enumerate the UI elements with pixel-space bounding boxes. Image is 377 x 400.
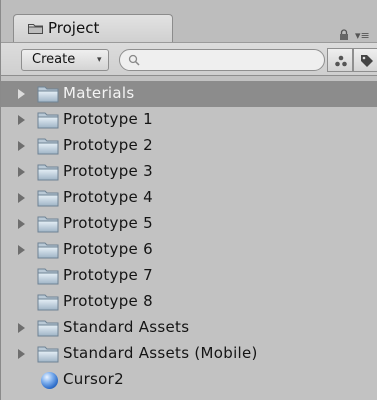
list-item[interactable]: Prototype 4 [1, 185, 377, 211]
list-item[interactable]: Prototype 5 [1, 211, 377, 237]
create-button[interactable]: Create ▾ [21, 49, 109, 71]
folder-icon [37, 86, 59, 103]
search-icon [128, 54, 140, 66]
list-item[interactable]: Standard Assets [1, 315, 377, 341]
list-item[interactable]: Prototype 2 [1, 133, 377, 159]
list-item[interactable]: Standard Assets (Mobile) [1, 341, 377, 367]
expand-arrow-icon[interactable] [18, 323, 25, 333]
list-item-label: Prototype 2 [63, 136, 153, 154]
search-input[interactable] [142, 52, 312, 68]
folder-icon [28, 24, 43, 34]
folder-icon [37, 216, 59, 233]
expand-arrow-icon[interactable] [18, 89, 25, 99]
lock-icon[interactable] [339, 29, 349, 40]
list-item[interactable]: Prototype 6 [1, 237, 377, 263]
folder-icon [37, 190, 59, 207]
search-field[interactable] [119, 49, 325, 71]
folder-icon [37, 112, 59, 129]
project-panel: Project ▾≡ Create ▾ Materials Prototype … [0, 0, 377, 400]
folder-icon [37, 138, 59, 155]
tab-project[interactable]: Project [13, 14, 173, 42]
dropdown-arrow-icon: ▾ [97, 55, 102, 65]
list-item-label: Prototype 4 [63, 188, 153, 206]
list-item-label: Prototype 8 [63, 292, 153, 310]
list-item-label: Standard Assets (Mobile) [63, 344, 258, 362]
sphere-icon [41, 372, 58, 389]
menu-lines: ≡ [360, 29, 370, 42]
list-item-label: Standard Assets [63, 318, 190, 336]
filter-type-icon [335, 55, 347, 67]
list-item[interactable]: Materials [1, 81, 377, 107]
list-item-label: Materials [63, 84, 135, 102]
create-label: Create [32, 52, 76, 67]
folder-icon [37, 320, 59, 337]
list-item[interactable]: Prototype 8 [1, 289, 377, 315]
folder-icon [37, 268, 59, 285]
tag-icon [361, 55, 373, 67]
list-item[interactable]: Prototype 7 [1, 263, 377, 289]
folder-icon [37, 242, 59, 259]
expand-arrow-icon[interactable] [18, 193, 25, 203]
expand-arrow-icon[interactable] [18, 167, 25, 177]
folder-icon [37, 346, 59, 363]
list-item-label: Prototype 7 [63, 266, 153, 284]
list-item-label: Cursor2 [63, 370, 124, 388]
list-item[interactable]: Cursor2 [1, 367, 377, 393]
expand-arrow-icon[interactable] [18, 349, 25, 359]
list-item-label: Prototype 3 [63, 162, 153, 180]
folder-icon [37, 164, 59, 181]
tab-label: Project [48, 19, 100, 37]
toolbar: Create ▾ [1, 42, 377, 76]
filter-by-label-button[interactable] [353, 48, 377, 72]
expand-arrow-icon[interactable] [18, 219, 25, 229]
list-item-label: Prototype 6 [63, 240, 153, 258]
tab-bar: Project ▾≡ [1, 0, 377, 42]
list-item[interactable]: Prototype 1 [1, 107, 377, 133]
expand-arrow-icon[interactable] [18, 141, 25, 151]
list-item-label: Prototype 5 [63, 214, 153, 232]
list-item-label: Prototype 1 [63, 110, 153, 128]
filter-by-type-button[interactable] [327, 48, 353, 72]
folder-icon [37, 294, 59, 311]
context-menu-icon[interactable]: ▾≡ [355, 29, 375, 42]
expand-arrow-icon[interactable] [18, 115, 25, 125]
list-item[interactable]: Prototype 3 [1, 159, 377, 185]
expand-arrow-icon[interactable] [18, 245, 25, 255]
